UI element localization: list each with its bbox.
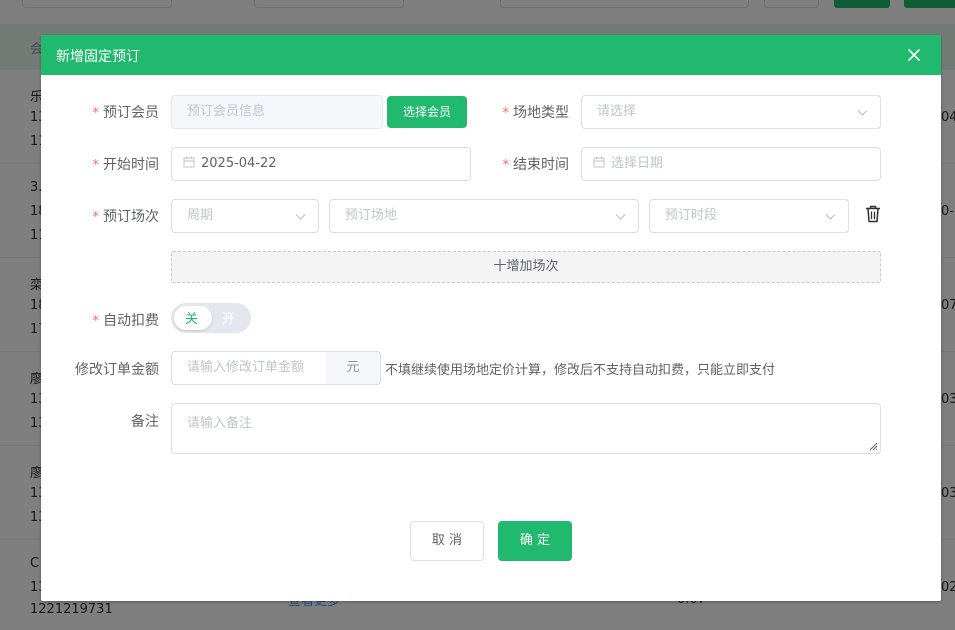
calendar-icon [183,156,195,168]
select-member-button[interactable]: 选择会员 [387,96,467,128]
remark-placeholder: 请输入备注 [187,416,253,431]
start-time-label: * 开始时间 [93,154,160,174]
calendar-icon [593,156,605,168]
sessions-label: * 预订场次 [93,206,160,226]
amount-input[interactable]: 请输入修改订单金额 [171,351,327,385]
amount-label: 修改订单金额 [75,362,159,378]
required-mark: * [502,158,510,173]
switch-off-text: 关 [185,312,199,327]
amount-placeholder: 请输入修改订单金额 [187,360,305,375]
venue-type-select[interactable]: 请选择 [581,95,881,129]
venue-placeholder: 预订场地 [345,208,398,223]
dialog-title: 新增固定预订 [56,49,140,65]
chevron-down-icon [825,214,836,220]
cancel-button[interactable]: 取 消 [410,521,484,561]
member-placeholder: 预订会员信息 [187,104,266,119]
amount-hint: 不填继续使用场地定价计算，修改后不支持自动扣费，只能立即支付 [385,363,776,378]
member-label: * 预订会员 [93,102,160,122]
member-input[interactable]: 预订会员信息 [171,95,383,129]
period-select[interactable]: 周期 [171,199,319,233]
start-time-value: 2025-04-22 [201,156,277,171]
auto-deduct-label: * 自动扣费 [93,310,160,330]
chevron-down-icon [295,214,306,220]
close-icon[interactable] [905,46,923,64]
chevron-down-icon [615,214,626,220]
required-mark: * [502,106,510,121]
venue-select[interactable]: 预订场地 [329,199,639,233]
add-session-button[interactable]: 十增加场次 [171,251,881,283]
resize-handle-icon[interactable] [868,441,878,451]
amount-unit: 元 [326,351,381,385]
end-time-label-text: 结束时间 [513,157,569,173]
sessions-label-text: 预订场次 [103,209,159,225]
required-mark: * [92,106,100,121]
required-mark: * [92,158,100,173]
start-time-input[interactable]: 2025-04-22 [171,147,471,181]
auto-deduct-switch[interactable]: 关 开 [171,303,251,333]
remark-textarea[interactable]: 请输入备注 [171,403,881,454]
dialog-header: 新增固定预订 [41,35,941,75]
confirm-button[interactable]: 确 定 [498,521,572,561]
auto-deduct-label-text: 自动扣费 [103,313,159,329]
add-fixed-booking-dialog: 新增固定预订 * 预订会员 预订会员信息 选择会员 * 场地类型 请选择 * 开始时间… [41,35,941,601]
start-time-label-text: 开始时间 [103,157,159,173]
venue-type-label: * 场地类型 [503,102,570,122]
switch-on-text: 开 [222,312,236,327]
required-mark: * [92,210,100,225]
time-slot-placeholder: 预订时段 [665,208,718,223]
period-placeholder: 周期 [187,208,214,223]
required-mark: * [92,314,100,329]
time-slot-select[interactable]: 预订时段 [649,199,849,233]
member-label-text: 预订会员 [103,105,159,121]
venue-type-label-text: 场地类型 [513,105,569,121]
venue-type-placeholder: 请选择 [597,104,637,119]
end-time-label: * 结束时间 [503,154,570,174]
end-time-input[interactable]: 选择日期 [581,147,881,181]
end-time-placeholder: 选择日期 [611,156,664,171]
remark-label: 备注 [131,414,159,430]
delete-icon[interactable] [865,205,881,223]
chevron-down-icon [857,110,868,116]
